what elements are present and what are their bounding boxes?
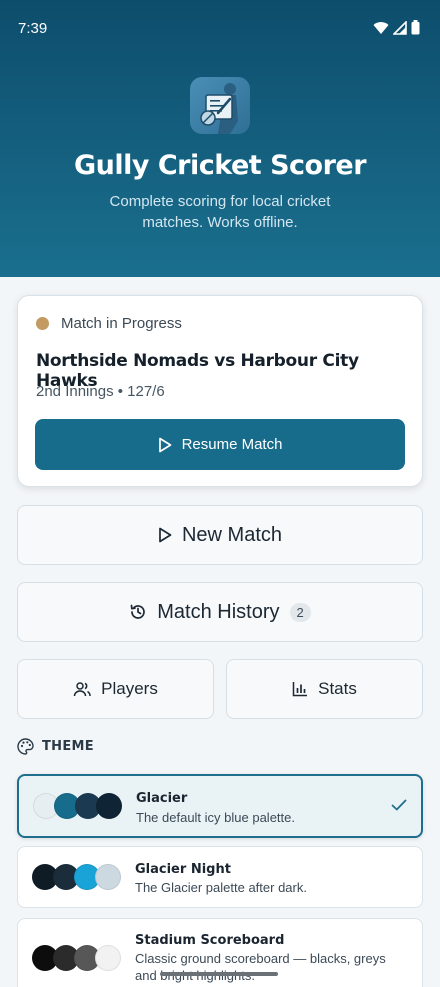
match-details: 2nd Innings • 127/6: [36, 383, 165, 400]
app-subtitle: Complete scoring for local cricket match…: [109, 193, 331, 231]
status-bar: 7:39: [0, 0, 440, 56]
theme-swatches: [33, 793, 129, 819]
system-icons: [373, 20, 420, 35]
play-icon: [158, 437, 171, 452]
theme-description: The default icy blue palette.: [136, 810, 295, 825]
match-status-label: Match in Progress: [61, 315, 182, 332]
bar-chart-icon: [292, 682, 308, 697]
theme-option-glacier-night[interactable]: Glacier Night The Glacier palette after …: [17, 846, 423, 908]
theme-description: Classic ground scoreboard — blacks, grey…: [135, 951, 386, 983]
resume-match-label: Resume Match: [181, 436, 283, 453]
theme-name: Glacier Night: [135, 862, 231, 877]
theme-section-heading: THEME: [17, 738, 94, 755]
stats-label: Stats: [318, 679, 357, 698]
play-icon: [159, 527, 172, 543]
battery-icon: [411, 20, 420, 35]
match-history-label: Match History: [157, 600, 280, 623]
gesture-home-bar[interactable]: [160, 972, 278, 976]
theme-swatches: [32, 864, 128, 890]
theme-name: Stadium Scoreboard: [135, 933, 285, 948]
theme-description: The Glacier palette after dark.: [135, 880, 307, 895]
theme-heading-label: THEME: [42, 739, 94, 754]
swatch: [95, 945, 121, 971]
theme-name: Glacier: [136, 791, 188, 806]
status-time: 7:39: [18, 20, 48, 37]
signal-icon: [393, 20, 407, 35]
palette-icon: [17, 738, 34, 755]
app-header: 7:39 Gully Cricket Scorer Complete scori…: [0, 0, 440, 277]
swatch: [96, 793, 122, 819]
wifi-icon: [373, 21, 389, 34]
stats-button[interactable]: Stats: [226, 659, 423, 719]
players-label: Players: [101, 679, 158, 698]
resume-match-button[interactable]: Resume Match: [35, 419, 405, 470]
theme-option-glacier[interactable]: Glacier The default icy blue palette.: [17, 774, 423, 838]
status-dot: [36, 317, 49, 330]
match-in-progress-card: Match in Progress Northside Nomads vs Ha…: [17, 295, 423, 487]
app-title: Gully Cricket Scorer: [73, 150, 367, 181]
app-logo: [190, 77, 250, 134]
theme-option-stadium-scoreboard[interactable]: Stadium Scoreboard Classic ground scoreb…: [17, 918, 423, 987]
check-icon: [391, 799, 407, 811]
theme-swatches: [32, 945, 128, 971]
new-match-button[interactable]: New Match: [17, 505, 423, 565]
swatch: [95, 864, 121, 890]
new-match-label: New Match: [181, 523, 283, 546]
players-button[interactable]: Players: [17, 659, 214, 719]
history-icon: [130, 604, 146, 619]
match-history-button[interactable]: Match History 2: [17, 582, 423, 642]
users-icon: [73, 682, 91, 697]
history-count-badge: 2: [289, 602, 311, 622]
